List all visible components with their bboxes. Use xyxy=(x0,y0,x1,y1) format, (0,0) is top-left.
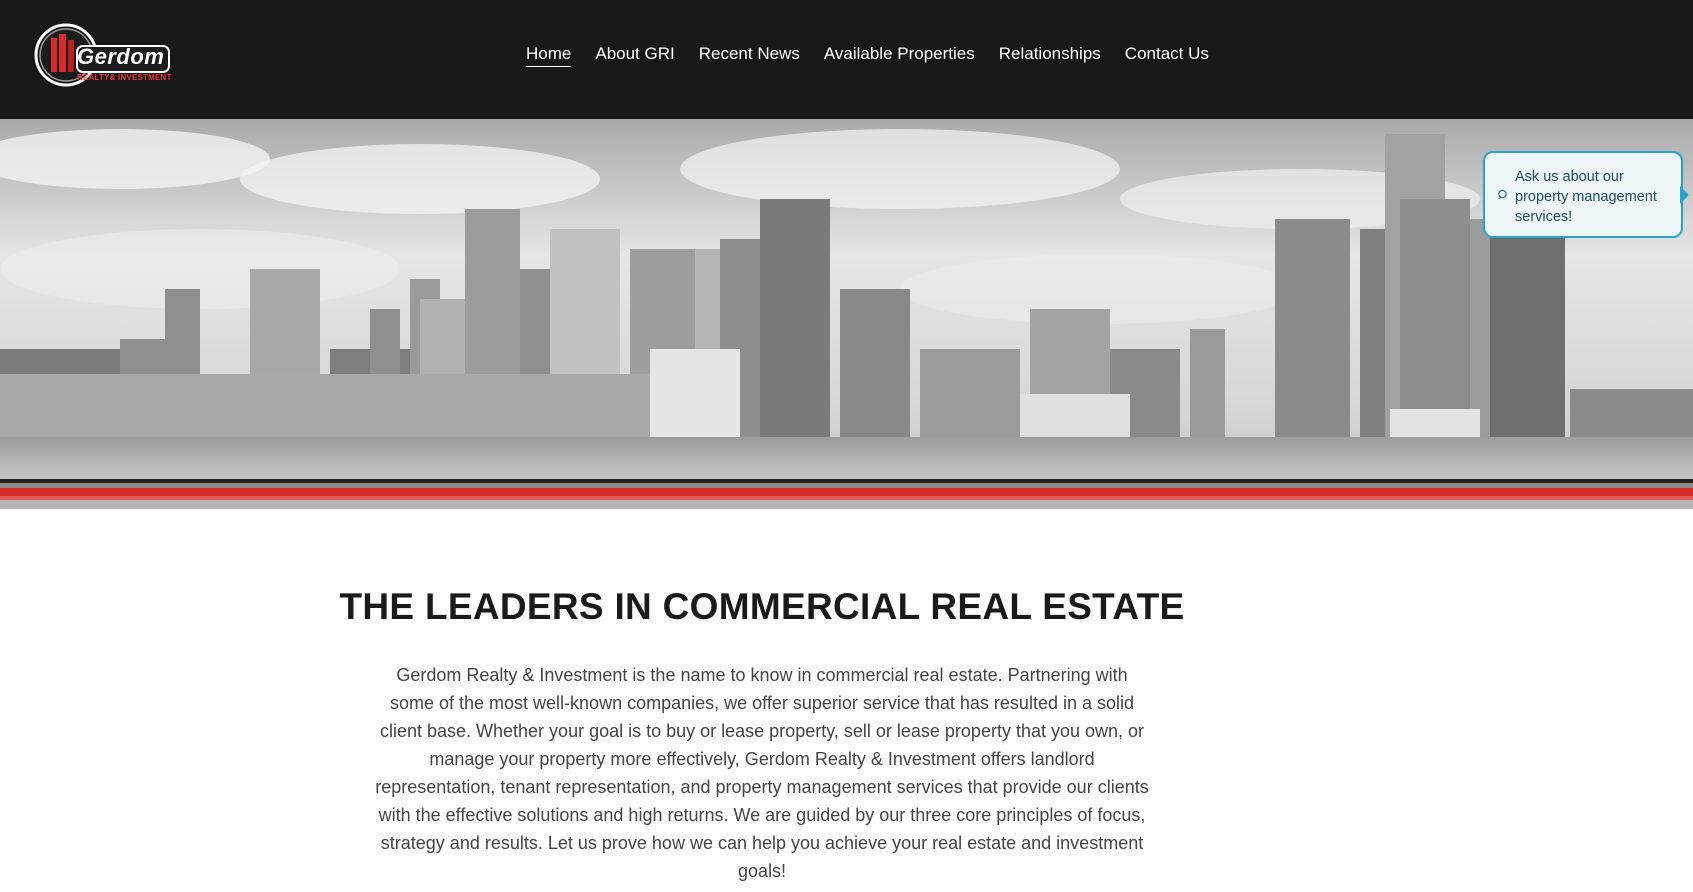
skyline-image xyxy=(0,119,1693,509)
nav-available-properties[interactable]: Available Properties xyxy=(824,42,975,67)
nav-recent-news[interactable]: Recent News xyxy=(699,42,800,67)
main-nav: Home About GRI Recent News Available Pro… xyxy=(526,42,1233,67)
nav-relationships[interactable]: Relationships xyxy=(999,42,1101,67)
nav-about-gri[interactable]: About GRI xyxy=(595,42,674,67)
chat-bubble-icon xyxy=(1498,189,1507,200)
property-management-callout[interactable]: Ask us about our property management ser… xyxy=(1483,151,1683,238)
logo-wordmark: Gerdom xyxy=(77,44,165,69)
callout-text: Ask us about our property management ser… xyxy=(1515,169,1657,225)
page-title: THE LEADERS IN COMMERCIAL REAL ESTATE xyxy=(339,586,1185,627)
site-header: Gerdom REALTY& INVESTMENT Home About GRI… xyxy=(0,0,1693,119)
callout-pointer xyxy=(1680,186,1689,204)
nav-home[interactable]: Home xyxy=(526,42,572,67)
gerdom-logo[interactable]: Gerdom REALTY& INVESTMENT xyxy=(33,22,173,88)
intro-paragraph: Gerdom Realty & Investment is the name t… xyxy=(375,665,1149,881)
logo-tagline: REALTY& INVESTMENT xyxy=(77,73,172,82)
hero-skyline-banner xyxy=(0,119,1693,509)
nav-contact-us[interactable]: Contact Us xyxy=(1125,42,1209,67)
